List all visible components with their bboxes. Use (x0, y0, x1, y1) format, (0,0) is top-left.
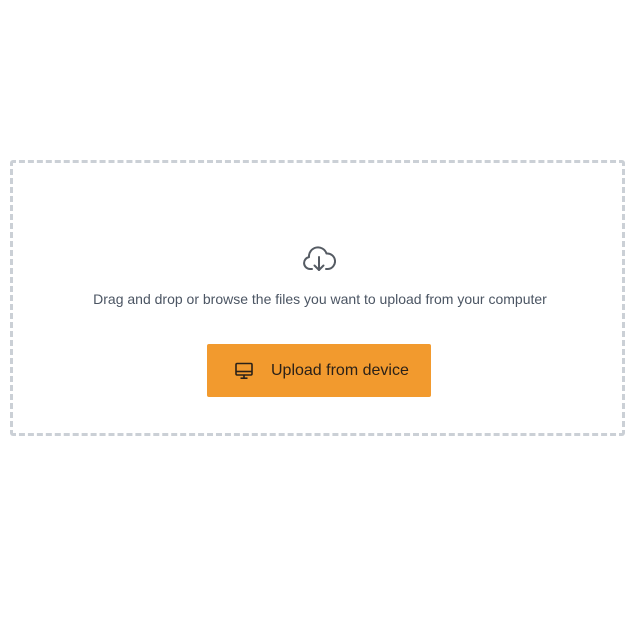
desktop-monitor-icon (234, 361, 254, 381)
upload-from-device-button[interactable]: Upload from device (207, 344, 431, 397)
cloud-download-icon (302, 245, 336, 275)
upload-button-label: Upload from device (271, 361, 409, 379)
dropzone-instructions: Drag and drop or browse the files you wa… (93, 291, 547, 307)
